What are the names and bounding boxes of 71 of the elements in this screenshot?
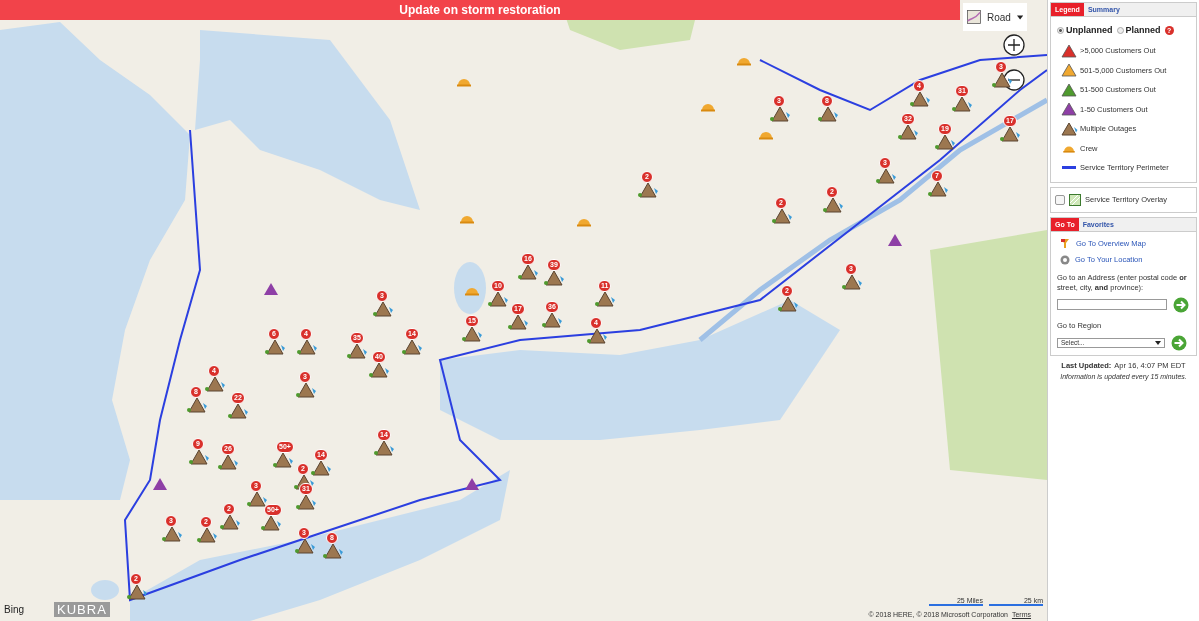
outage-marker-icon[interactable] [991,72,1013,88]
outage-marker-icon[interactable] [769,106,791,122]
outage-marker-icon[interactable] [771,208,793,224]
caret-icon [1155,340,1161,345]
radio-button[interactable] [1057,26,1064,34]
outage-marker-icon[interactable] [260,515,282,531]
radio-label: Unplanned [1066,25,1113,35]
outage-marker-icon[interactable] [346,343,368,359]
outage-marker-icon[interactable] [517,264,539,280]
outage-marker-icon[interactable] [272,452,294,468]
outage-marker-icon[interactable] [246,491,268,507]
bing-logo: Bing [4,604,24,615]
outage-marker-icon[interactable] [999,126,1021,142]
caret-icon [1016,14,1023,20]
outage-marker-icon[interactable] [543,270,565,286]
outage-marker-icon[interactable] [909,91,931,107]
go-button[interactable] [1173,296,1189,313]
road-map-icon [967,8,981,26]
outage-marker-icon[interactable] [372,301,394,317]
outage-marker-icon[interactable] [822,197,844,213]
triangle-marker-icon[interactable] [152,477,168,491]
outage-marker-icon[interactable] [586,328,608,344]
outage-marker-icon[interactable] [817,106,839,122]
outage-marker-icon[interactable] [264,339,286,355]
outage-marker-icon[interactable] [541,312,563,328]
overlay-swatch-icon [1069,193,1081,206]
announcement-banner[interactable]: Update on storm restoration [0,0,960,20]
outage-marker-icon[interactable] [507,314,529,330]
outage-marker-icon[interactable] [296,339,318,355]
outage-marker-icon[interactable] [934,134,956,150]
radio-label: Planned [1125,25,1161,35]
outage-marker-icon[interactable] [126,584,148,600]
zoom-in-button[interactable] [1003,34,1025,56]
outage-marker-icon[interactable] [295,382,317,398]
outage-marker-icon[interactable] [594,291,616,307]
outage-marker-icon[interactable] [196,527,218,543]
outage-marker-icon[interactable] [373,440,395,456]
outage-marker-icon[interactable] [777,296,799,312]
outage-marker-icon[interactable] [204,376,226,392]
outage-marker-icon[interactable] [875,168,897,184]
triangle-marker-icon[interactable] [887,233,903,247]
pin-icon [1060,237,1071,249]
outage-marker-icon[interactable] [219,514,241,530]
outage-marker-icon[interactable] [294,538,316,554]
triangle-marker-icon[interactable] [263,282,279,296]
address-field[interactable] [1057,299,1167,310]
outage-marker-icon[interactable] [295,494,317,510]
outage-marker-icon[interactable] [927,181,949,197]
outage-marker-icon[interactable] [637,182,659,198]
outage-marker-icon[interactable] [897,124,919,140]
radio-button[interactable] [1116,26,1124,34]
outage-marker-icon[interactable] [841,274,863,290]
outage-marker-icon[interactable] [310,460,332,476]
checkbox[interactable] [1055,194,1065,205]
outage-marker-icon[interactable] [186,397,208,413]
location-icon [1060,254,1070,265]
outage-marker-icon [1060,121,1078,136]
outage-marker-icon[interactable] [401,339,423,355]
outage-marker-icon[interactable] [227,403,249,419]
outage-marker-icon[interactable] [461,326,483,342]
map-type-dropdown[interactable]: Road [963,3,1027,31]
outage-marker-icon[interactable] [951,96,973,112]
outage-marker-icon[interactable] [368,362,390,378]
outage-marker-icon[interactable] [322,543,344,559]
outage-marker-icon[interactable] [217,454,239,470]
outage-marker-icon[interactable] [487,291,509,307]
outage-marker-icon[interactable] [188,449,210,465]
kubra-logo: KUBRA [54,602,110,617]
outage-marker-icon[interactable] [161,526,183,542]
triangle-marker-icon[interactable] [464,477,480,491]
go-button[interactable] [1171,334,1187,351]
